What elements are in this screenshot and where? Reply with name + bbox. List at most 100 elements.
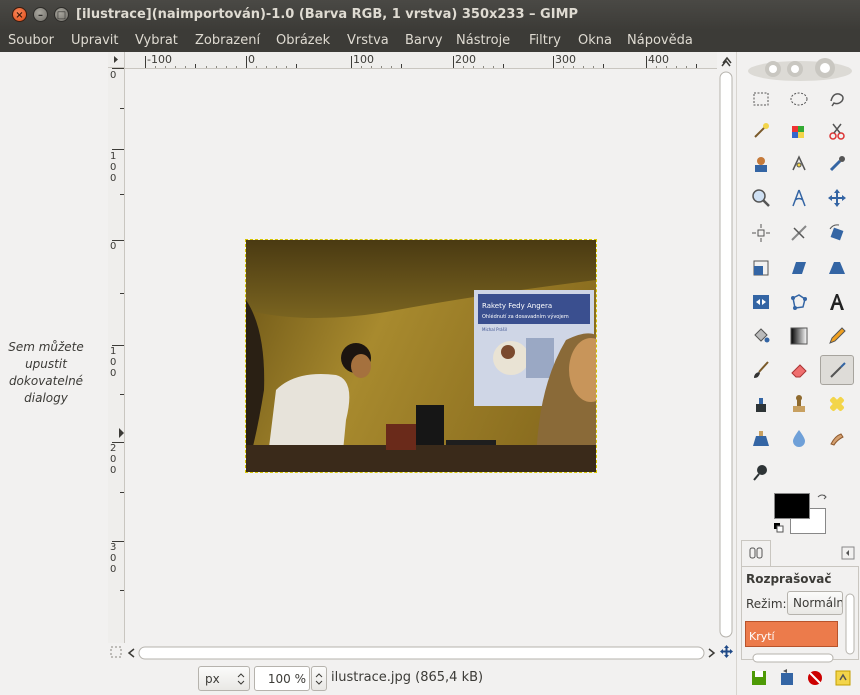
- color-picker-tool[interactable]: [820, 149, 854, 179]
- quick-mask-icon[interactable]: [109, 645, 124, 659]
- align-tool[interactable]: [744, 218, 778, 248]
- vertical-ruler[interactable]: 0 100 0 100 200 300: [108, 68, 125, 643]
- ruler-label: 300: [555, 53, 576, 66]
- blend-tool[interactable]: [782, 321, 816, 351]
- navigate-icon[interactable]: [720, 54, 734, 66]
- crop-tool[interactable]: [782, 218, 816, 248]
- window-close-button[interactable]: ×: [12, 7, 27, 22]
- ruler-digit: 1: [110, 151, 117, 162]
- menu-filtry[interactable]: Filtry: [529, 33, 561, 48]
- delete-options-icon[interactable]: [805, 668, 825, 688]
- ruler-label: 100: [353, 53, 374, 66]
- swap-colors-icon[interactable]: [815, 492, 829, 506]
- menu-upravit[interactable]: Upravit: [71, 33, 118, 48]
- pencil-tool[interactable]: [820, 321, 854, 351]
- text-tool[interactable]: [820, 287, 854, 317]
- foreground-color-swatch[interactable]: [774, 493, 810, 519]
- status-bar: px 100 % ilustrace.jpg (865,4 kB): [108, 663, 734, 695]
- eraser-tool[interactable]: [782, 355, 816, 385]
- measure-tool[interactable]: [782, 183, 816, 213]
- ink-tool[interactable]: [744, 389, 778, 419]
- options-scrollbar[interactable]: [843, 588, 857, 658]
- shear-tool[interactable]: [782, 253, 816, 283]
- rotate-tool[interactable]: [820, 218, 854, 248]
- menu-obrazek[interactable]: Obrázek: [276, 33, 330, 48]
- menu-vybrat[interactable]: Vybrat: [135, 33, 178, 48]
- dock-hint-line: upustit: [25, 357, 67, 371]
- options-hscrollbar[interactable]: [745, 648, 843, 663]
- slide-title: Rakety Fedy Angera: [482, 302, 552, 310]
- dodge-burn-tool[interactable]: [744, 457, 778, 487]
- bucket-fill-tool[interactable]: [744, 321, 778, 351]
- dock-menu-icon[interactable]: [841, 546, 855, 560]
- text-icon: [830, 294, 844, 310]
- opacity-slider[interactable]: Krytí: [745, 621, 838, 647]
- window-maximize-button[interactable]: □: [54, 7, 69, 22]
- zoom-field[interactable]: 100 %: [254, 666, 310, 691]
- ruler-label: -100: [147, 53, 172, 66]
- dock-drop-hint: Sem můžete upustit dokovatelné dialogy: [0, 339, 92, 407]
- zoom-dropdown[interactable]: [311, 666, 327, 691]
- dock-hint-line: Sem můžete: [8, 340, 84, 354]
- zoom-tool[interactable]: [744, 183, 778, 213]
- blur-sharpen-icon: [793, 430, 805, 447]
- restore-options-icon[interactable]: [777, 668, 797, 688]
- reset-options-icon[interactable]: [833, 668, 853, 688]
- vertical-scrollbar[interactable]: [718, 52, 734, 643]
- window-minimize-button[interactable]: –: [33, 7, 48, 22]
- clone-tool[interactable]: [782, 389, 816, 419]
- ruler-digit: 0: [110, 564, 117, 575]
- menu-napoveda[interactable]: Nápověda: [627, 33, 693, 48]
- airbrush-icon: [830, 362, 846, 378]
- menu-vrstva[interactable]: Vrstva: [347, 33, 389, 48]
- tool-options-icon: [749, 547, 763, 559]
- ruler-label: 200: [455, 53, 476, 66]
- menu-barvy[interactable]: Barvy: [405, 33, 443, 48]
- paintbrush-icon: [754, 361, 769, 378]
- blur-sharpen-tool[interactable]: [782, 423, 816, 453]
- scissors-select-tool[interactable]: [820, 116, 854, 146]
- tool-options-tab[interactable]: [741, 540, 771, 566]
- heal-tool[interactable]: [820, 389, 854, 419]
- paths-tool[interactable]: [782, 149, 816, 179]
- horizontal-ruler[interactable]: -100 0 100 200 300 400: [125, 52, 717, 69]
- ruler-digit: 0: [110, 173, 117, 184]
- ellipse-select-tool[interactable]: [782, 84, 816, 114]
- navigate-move-icon[interactable]: [719, 644, 734, 659]
- menu-soubor[interactable]: Soubor: [8, 33, 54, 48]
- rect-select-icon: [753, 92, 769, 106]
- perspective-clone-tool[interactable]: [744, 423, 778, 453]
- move-tool[interactable]: [820, 183, 854, 213]
- fuzzy-select-tool[interactable]: [744, 116, 778, 146]
- opacity-label: Krytí: [749, 630, 775, 643]
- horizontal-scrollbar[interactable]: [125, 645, 718, 660]
- scale-tool[interactable]: [744, 253, 778, 283]
- smudge-icon: [830, 433, 844, 446]
- smudge-tool[interactable]: [820, 423, 854, 453]
- measure-icon: [792, 189, 806, 207]
- default-colors-icon[interactable]: [773, 522, 785, 534]
- cage-transform-tool[interactable]: [782, 287, 816, 317]
- save-options-icon[interactable]: [749, 668, 769, 688]
- menu-okna[interactable]: Okna: [578, 33, 612, 48]
- mode-selector[interactable]: Normální: [787, 591, 843, 615]
- unit-selector[interactable]: px: [198, 666, 250, 691]
- perspective-tool[interactable]: [820, 253, 854, 283]
- scissors-select-icon: [829, 123, 845, 140]
- ruler-digit: 0: [110, 454, 117, 465]
- rect-select-tool[interactable]: [744, 84, 778, 114]
- bucket-fill-icon: [754, 328, 770, 343]
- select-by-color-tool[interactable]: [782, 116, 816, 146]
- image-photo[interactable]: Rakety Fedy Angera Ohlédnutí za dosavadn…: [245, 239, 597, 473]
- menu-zobrazeni[interactable]: Zobrazení: [195, 33, 260, 48]
- ruler-digit: 2: [110, 443, 117, 454]
- free-select-tool[interactable]: [820, 84, 854, 114]
- align-icon: [752, 224, 770, 242]
- menu-nastroje[interactable]: Nástroje: [456, 33, 510, 48]
- flip-tool[interactable]: [744, 287, 778, 317]
- paintbrush-tool[interactable]: [744, 355, 778, 385]
- slide-subtitle: Ohlédnutí za dosavadním vývojem: [482, 313, 569, 320]
- foreground-select-tool[interactable]: [744, 149, 778, 179]
- airbrush-tool[interactable]: [820, 355, 854, 385]
- image-menu-button[interactable]: [108, 52, 125, 68]
